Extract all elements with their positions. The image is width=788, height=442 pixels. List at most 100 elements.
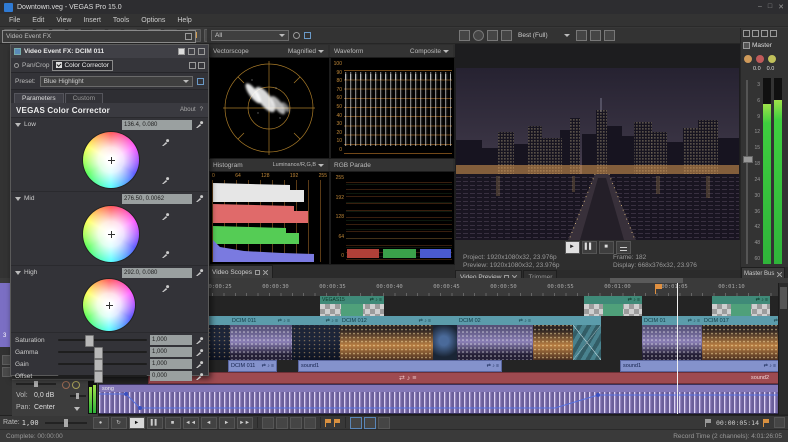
previous-frame-button[interactable]: ◄: [201, 417, 217, 429]
open-folder-icon[interactable]: [774, 417, 785, 428]
video-clip[interactable]: DCIM 017⇄ ♪ ≡: [702, 316, 788, 360]
slider-thumb[interactable]: [94, 371, 103, 383]
envelope-tool-icon[interactable]: [276, 417, 288, 429]
vol-value[interactable]: 0,0 dB: [34, 392, 54, 399]
menu-item[interactable]: Edit: [27, 16, 49, 25]
waveform-mode-dropdown[interactable]: Composite: [410, 48, 449, 55]
track-fader[interactable]: [16, 383, 56, 385]
slider-value[interactable]: 1,000: [150, 347, 192, 357]
audio-clip[interactable]: sound1⇄ ♪ ≡: [298, 360, 502, 372]
loop-playback-button[interactable]: ↻: [111, 417, 127, 429]
close-icon[interactable]: [777, 272, 782, 277]
menu-item[interactable]: Help: [172, 16, 196, 25]
title-clip[interactable]: ⇄ ♪ ≡: [584, 296, 642, 316]
zoom-tool-icon[interactable]: [304, 417, 316, 429]
wheel-value[interactable]: 136.4, 0.080: [122, 120, 192, 130]
mixer-props-icon[interactable]: [770, 30, 777, 37]
marker-nav-icon[interactable]: [763, 419, 770, 427]
menu-item[interactable]: File: [4, 16, 25, 25]
copy-snapshot-icon[interactable]: [590, 30, 601, 41]
video-clip[interactable]: DCIM 01⇄ ♪ ≡: [642, 316, 702, 360]
playhead-cursor[interactable]: [677, 283, 678, 414]
lock-envelopes-icon[interactable]: [378, 417, 390, 429]
rate-slider[interactable]: [45, 422, 87, 424]
eyedropper-icon[interactable]: [195, 268, 204, 277]
play-button[interactable]: ►: [129, 417, 145, 429]
collapse-arrow-icon[interactable]: [15, 197, 21, 201]
slider-thumb[interactable]: [94, 359, 103, 371]
project-properties-icon[interactable]: [459, 30, 470, 41]
selection-tool-icon[interactable]: [290, 417, 302, 429]
eyedropper-icon[interactable]: [161, 212, 170, 221]
tab-video-scopes[interactable]: Video Scopes: [207, 265, 273, 278]
cursor-timecode[interactable]: 00:00:05:14: [716, 419, 759, 427]
fx-window-header[interactable]: Video Event FX: DCIM 011: [11, 45, 208, 58]
slider-value[interactable]: 1,000: [150, 359, 192, 369]
help-link[interactable]: ?: [200, 107, 203, 113]
chain-color-corrector[interactable]: Color Corrector: [52, 60, 112, 71]
dock-icon[interactable]: [255, 270, 260, 275]
eyedropper-icon[interactable]: [195, 120, 204, 129]
slider-track[interactable]: [58, 375, 147, 377]
wheel-crosshair[interactable]: [108, 157, 115, 164]
title-clip[interactable]: VEGAS15⇄ ♪ ≡: [320, 296, 384, 316]
grid-settings-icon[interactable]: [304, 32, 311, 39]
record-button[interactable]: ●: [93, 417, 109, 429]
search-icon[interactable]: [185, 33, 192, 40]
wheel-value[interactable]: 276.50, 0.0062: [122, 194, 192, 204]
plugin-chooser-icon[interactable]: [189, 62, 196, 69]
video-clip[interactable]: [433, 316, 457, 360]
close-button[interactable]: ✕: [778, 3, 784, 11]
eyedropper-icon[interactable]: [195, 360, 204, 369]
wheel-value[interactable]: 292.0, 0.080: [122, 268, 192, 278]
timeline-vscrollbar[interactable]: [778, 283, 788, 414]
float-icon[interactable]: [188, 48, 195, 55]
collapse-arrow-icon[interactable]: [15, 271, 21, 275]
gear-icon[interactable]: [293, 32, 300, 39]
eyedropper-icon[interactable]: [161, 250, 170, 259]
chain-pan-crop[interactable]: Pan/Crop: [22, 62, 49, 69]
menu-item[interactable]: Insert: [78, 16, 106, 25]
loop-toggle-button[interactable]: [616, 241, 631, 254]
normal-edit-tool-icon[interactable]: [262, 417, 274, 429]
mute-knob-icon[interactable]: [755, 54, 765, 64]
overlay-grid-icon[interactable]: [576, 30, 587, 41]
histogram-mode-dropdown[interactable]: Luminance/R,G,B: [273, 162, 324, 168]
collapse-arrow-icon[interactable]: [15, 123, 21, 127]
video-event-fx-searchbox[interactable]: Video Event FX: [2, 30, 196, 43]
insert-region-icon[interactable]: [334, 419, 341, 427]
video-clip-crossfade[interactable]: [573, 316, 601, 360]
insert-fx-icon[interactable]: [752, 30, 759, 37]
video-clip[interactable]: ⇄ ♪ ≡: [292, 316, 340, 360]
split-screen-icon[interactable]: [501, 30, 512, 41]
external-monitor-icon[interactable]: [473, 30, 484, 41]
pin-icon[interactable]: [178, 48, 185, 55]
audio-clip[interactable]: sound1⇄ ♪ ≡: [620, 360, 779, 372]
wheel-crosshair[interactable]: [106, 302, 113, 309]
eyedropper-icon[interactable]: [195, 348, 204, 357]
vol-slider-thumb[interactable]: [76, 393, 79, 399]
pause-button[interactable]: ▌▌: [147, 417, 163, 429]
master-fader-track[interactable]: [746, 80, 748, 264]
remove-plugin-icon[interactable]: [198, 62, 205, 69]
peak-left[interactable]: 0.0: [753, 66, 761, 72]
go-to-start-button[interactable]: ◄◄: [183, 417, 199, 429]
solo-knob-icon[interactable]: [767, 54, 777, 64]
save-snapshot-icon[interactable]: [604, 30, 615, 41]
video-fx-icon[interactable]: [487, 30, 498, 41]
slider-track[interactable]: [58, 363, 147, 365]
menu-item[interactable]: Tools: [108, 16, 134, 25]
eyedropper-icon[interactable]: [195, 372, 204, 381]
slider-track[interactable]: [58, 351, 147, 353]
about-link[interactable]: About: [180, 107, 196, 113]
enable-snapping-icon[interactable]: [350, 417, 362, 429]
preview-quality-dropdown[interactable]: Best (Full): [515, 30, 573, 41]
stop-button[interactable]: ■: [599, 241, 614, 254]
tab-custom[interactable]: Custom: [65, 93, 103, 103]
timeline-marker-flag[interactable]: [655, 284, 663, 294]
video-clip[interactable]: DCIM 02⇄ ♪ ≡: [457, 316, 533, 360]
menu-item[interactable]: View: [51, 16, 76, 25]
slider-value[interactable]: 0,000: [150, 371, 192, 381]
eyedropper-icon[interactable]: [195, 336, 204, 345]
minimize-button[interactable]: –: [758, 3, 762, 11]
